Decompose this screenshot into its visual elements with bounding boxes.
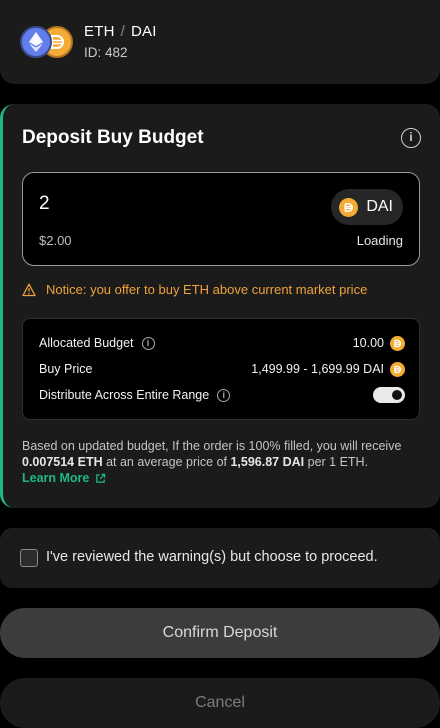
pair-separator: / bbox=[120, 23, 125, 40]
info-icon[interactable]: i bbox=[217, 388, 231, 402]
summary-text: at an average price of bbox=[102, 455, 231, 469]
toggle-knob bbox=[392, 390, 402, 400]
cancel-button[interactable]: Cancel bbox=[0, 678, 440, 728]
dai-icon bbox=[339, 197, 359, 217]
base-symbol: ETH bbox=[84, 23, 115, 40]
section-title: Deposit Buy Budget bbox=[22, 127, 204, 148]
acknowledge-checkbox[interactable] bbox=[20, 549, 38, 567]
confirm-deposit-button[interactable]: Confirm Deposit bbox=[0, 608, 440, 658]
distribute-label: Distribute Across Entire Range bbox=[39, 388, 210, 402]
allocated-budget-row: Allocated Budget i 10.00 bbox=[39, 334, 405, 352]
eth-token-icon bbox=[20, 26, 52, 58]
buy-price-label: Buy Price bbox=[39, 362, 93, 376]
info-icon[interactable]: i bbox=[141, 336, 155, 350]
dai-icon bbox=[390, 335, 405, 351]
distribute-toggle[interactable] bbox=[373, 387, 405, 403]
buy-price-value: 1,499.99 - 1,699.99 DAI bbox=[251, 362, 384, 376]
average-price: 1,596.87 DAI bbox=[230, 455, 305, 469]
receive-amount: 0.007514 ETH bbox=[22, 455, 103, 469]
allocated-budget-label: Allocated Budget bbox=[39, 336, 134, 350]
summary-text: Based on updated budget, If the order is… bbox=[22, 439, 402, 453]
notice-text: Notice: you offer to buy ETH above curre… bbox=[46, 282, 368, 297]
token-selector[interactable]: DAI bbox=[331, 189, 403, 225]
distribute-row: Distribute Across Entire Range i bbox=[39, 386, 405, 404]
dai-icon bbox=[390, 361, 405, 377]
deposit-budget-card: Deposit Buy Budget i DAI $2.00 Loading N… bbox=[0, 104, 440, 508]
balance-status: Loading bbox=[356, 233, 403, 248]
strategy-id: ID: 482 bbox=[84, 45, 128, 60]
order-summary: Based on updated budget, If the order is… bbox=[22, 438, 417, 470]
summary-text: per 1 ETH. bbox=[304, 455, 369, 469]
allocated-budget-value: 10.00 bbox=[352, 336, 384, 350]
learn-more-label: Learn More bbox=[22, 471, 90, 485]
learn-more-link[interactable]: Learn More bbox=[22, 471, 106, 485]
order-details: Allocated Budget i 10.00 Buy Price 1,499… bbox=[22, 318, 420, 420]
acknowledge-label[interactable]: I've reviewed the warning(s) but choose … bbox=[46, 549, 378, 565]
amount-input[interactable] bbox=[39, 193, 239, 215]
pair-header: ETH / DAI ID: 482 bbox=[0, 0, 440, 84]
warning-icon bbox=[22, 283, 36, 296]
amount-box: DAI $2.00 Loading bbox=[22, 172, 420, 266]
pair-title: ETH / DAI bbox=[84, 23, 157, 40]
external-link-icon bbox=[96, 473, 106, 483]
acknowledge-card: I've reviewed the warning(s) but choose … bbox=[0, 528, 440, 588]
usd-value: $2.00 bbox=[39, 233, 72, 248]
buy-price-row: Buy Price 1,499.99 - 1,699.99 DAI bbox=[39, 360, 405, 378]
info-icon[interactable]: i bbox=[401, 128, 421, 148]
market-price-notice: Notice: you offer to buy ETH above curre… bbox=[22, 282, 367, 297]
token-label: DAI bbox=[366, 198, 393, 215]
quote-symbol: DAI bbox=[130, 23, 157, 40]
